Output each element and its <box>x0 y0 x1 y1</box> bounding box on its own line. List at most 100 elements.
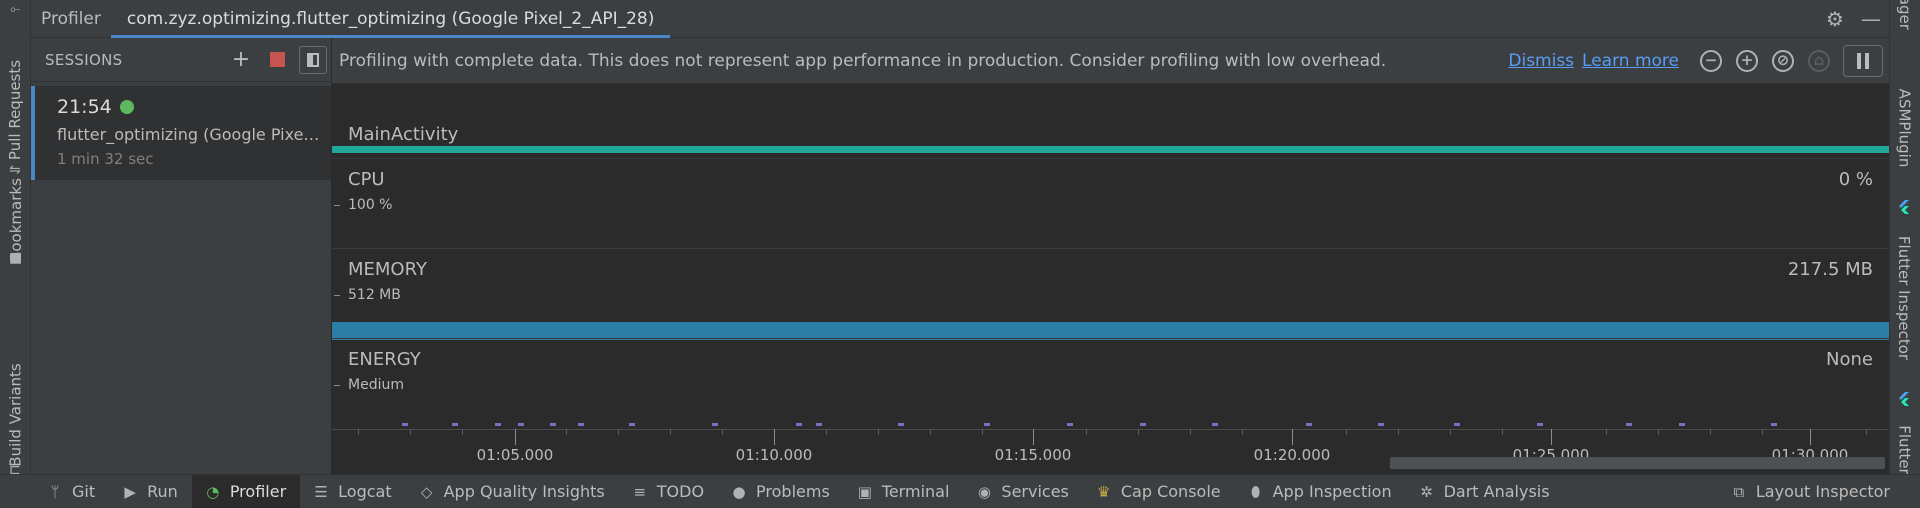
tool-tab-asmplugin[interactable]: ASMPlugin <box>1889 78 1920 178</box>
timeline-event-marker <box>495 423 501 426</box>
tool-logcat-label: Logcat <box>338 482 392 501</box>
timeline-event-marker <box>518 423 524 426</box>
device-process-tab[interactable]: com.zyz.optimizing.flutter_optimizing (G… <box>110 0 671 38</box>
timeline-minor-tick <box>722 429 723 435</box>
tool-problems[interactable]: ● Problems <box>718 475 844 508</box>
stop-session-button[interactable] <box>259 38 295 82</box>
tool-dart-analysis-label: Dart Analysis <box>1443 482 1550 501</box>
energy-monitor[interactable]: ENERGY Medium None <box>332 338 1889 428</box>
tool-services[interactable]: ◉ Services <box>963 475 1082 508</box>
tool-tab-pull-requests[interactable]: Pull Requests ⇋ <box>0 40 31 180</box>
timeline-event-marker <box>1626 423 1632 426</box>
git-branch-icon: ᛘ <box>50 482 60 501</box>
tool-run[interactable]: ▶ Run <box>109 475 192 508</box>
timeline-minor-tick <box>1450 429 1451 435</box>
timeline-axis[interactable]: 01:05.000 01:10.000 01:15.000 01:20.000 … <box>332 423 1889 474</box>
timeline-minor-tick <box>1710 429 1711 435</box>
build-variants-label: Build Variants <box>6 363 25 467</box>
strip-menu-icon[interactable]: ⟜ <box>0 0 31 18</box>
cap-console-icon: ♛ <box>1097 482 1111 501</box>
tool-dart-analysis[interactable]: ✲ Dart Analysis <box>1406 475 1564 508</box>
profiler-titlebar: Profiler com.zyz.optimizing.flutter_opti… <box>31 0 1889 38</box>
tool-tab-bookmarks[interactable]: Bookmarks ■ <box>0 170 31 270</box>
todo-icon: ≡ <box>633 482 647 501</box>
tool-services-label: Services <box>1001 482 1069 501</box>
timeline-label: 01:20.000 <box>1253 446 1331 464</box>
attach-live-icon: ⌂ <box>1808 49 1830 72</box>
banner-message: Profiling with complete data. This does … <box>339 50 1387 71</box>
memory-axis-tick <box>334 295 340 296</box>
timeline-minor-tick <box>826 429 827 435</box>
dismiss-link[interactable]: Dismiss <box>1508 51 1574 71</box>
tool-logcat[interactable]: ☰ Logcat <box>300 475 405 508</box>
energy-axis-tick <box>334 385 340 386</box>
session-item[interactable]: 21:54 flutter_optimizing (Google Pixel_2… <box>31 86 331 180</box>
tool-run-label: Run <box>147 482 178 501</box>
tool-cap-console[interactable]: ♛ Cap Console <box>1083 475 1235 508</box>
sessions-title: SESSIONS <box>45 50 123 69</box>
tool-app-quality-label: App Quality Insights <box>443 482 605 501</box>
timeline-major-tick <box>774 429 775 445</box>
gear-icon[interactable]: ⚙ <box>1817 0 1853 38</box>
pause-button[interactable] <box>1837 38 1889 84</box>
tool-layout-inspector-label: Layout Inspector <box>1755 482 1890 501</box>
tool-todo-label: TODO <box>656 482 705 501</box>
learn-more-link[interactable]: Learn more <box>1582 51 1679 71</box>
timeline-event-marker <box>1212 423 1218 426</box>
cpu-value: 0 % <box>1838 169 1873 190</box>
cpu-monitor[interactable]: CPU 100 % 0 % <box>332 158 1889 248</box>
left-tool-strip: ⟜ Pull Requests ⇋ Bookmarks ■ Build Vari… <box>0 0 31 478</box>
tool-tab-manager[interactable]: Manager <box>1889 0 1920 40</box>
tool-terminal[interactable]: ▣ Terminal <box>844 475 964 508</box>
right-tool-strip: Manager ASMPlugin Flutter Inspector Flut… <box>1889 0 1920 474</box>
timeline-minor-tick <box>670 429 671 435</box>
timeline-event-marker <box>1454 423 1460 426</box>
energy-scale: Medium <box>348 377 404 393</box>
terminal-icon: ▣ <box>857 482 872 501</box>
timeline-label: 01:05.000 <box>476 446 554 464</box>
timeline-label: 01:15.000 <box>994 446 1072 464</box>
timeline-major-tick <box>1551 429 1552 445</box>
tool-layout-inspector[interactable]: ⧉ Layout Inspector <box>1718 475 1920 508</box>
panel-toggle-icon <box>299 45 327 74</box>
pause-icon <box>1843 44 1883 77</box>
tool-tab-build-variants[interactable]: Build Variants ⊏ <box>0 350 31 480</box>
tool-profiler[interactable]: ◔ Profiler <box>191 474 301 508</box>
timeline-event-marker <box>402 423 408 426</box>
timeline-minor-tick <box>358 429 359 435</box>
tool-app-inspection[interactable]: ⬮ App Inspection <box>1235 475 1406 508</box>
timeline-minor-tick <box>410 429 411 435</box>
attach-to-live-button[interactable]: ⌂ <box>1801 38 1837 84</box>
cpu-axis-tick <box>334 205 340 206</box>
timeline-major-tick <box>1810 429 1811 445</box>
session-name: flutter_optimizing (Google Pixel_2_API_2… <box>57 125 323 144</box>
timeline-minor-tick <box>930 429 931 435</box>
zoom-out-button[interactable]: − <box>1693 38 1729 84</box>
tool-git[interactable]: ᛘ Git <box>0 475 109 508</box>
timeline-minor-tick <box>1346 429 1347 435</box>
tool-git-label: Git <box>72 482 96 501</box>
minimize-icon[interactable]: — <box>1853 0 1889 38</box>
timeline-minor-tick <box>1866 429 1867 435</box>
problems-icon: ● <box>732 482 746 501</box>
memory-scale: 512 MB <box>348 287 401 303</box>
timeline-minor-tick <box>1138 429 1139 435</box>
timeline-event-marker <box>1067 423 1073 426</box>
tool-cap-console-label: Cap Console <box>1120 482 1221 501</box>
tool-tab-flutter-inspector[interactable]: Flutter Inspector <box>1889 200 1920 370</box>
zoom-in-button[interactable]: + <box>1729 38 1765 84</box>
run-icon: ▶ <box>124 482 136 501</box>
add-session-button[interactable]: + <box>223 38 259 82</box>
timeline-minor-tick <box>1502 429 1503 435</box>
timeline-event-marker <box>712 423 718 426</box>
tool-todo[interactable]: ≡ TODO <box>619 475 718 508</box>
timeline-scrollbar[interactable] <box>1390 457 1885 469</box>
flutter-icon <box>1899 392 1909 406</box>
timeline-event-marker <box>1679 423 1685 426</box>
tool-app-quality-insights[interactable]: ◇ App Quality Insights <box>406 475 619 508</box>
live-indicator-icon <box>119 100 134 114</box>
tool-tab-flutter[interactable]: Flutter <box>1889 392 1920 474</box>
collapse-panel-button[interactable] <box>295 38 331 82</box>
reset-zoom-button[interactable]: ⊘ <box>1765 38 1801 84</box>
zoom-in-icon: + <box>1736 49 1758 72</box>
